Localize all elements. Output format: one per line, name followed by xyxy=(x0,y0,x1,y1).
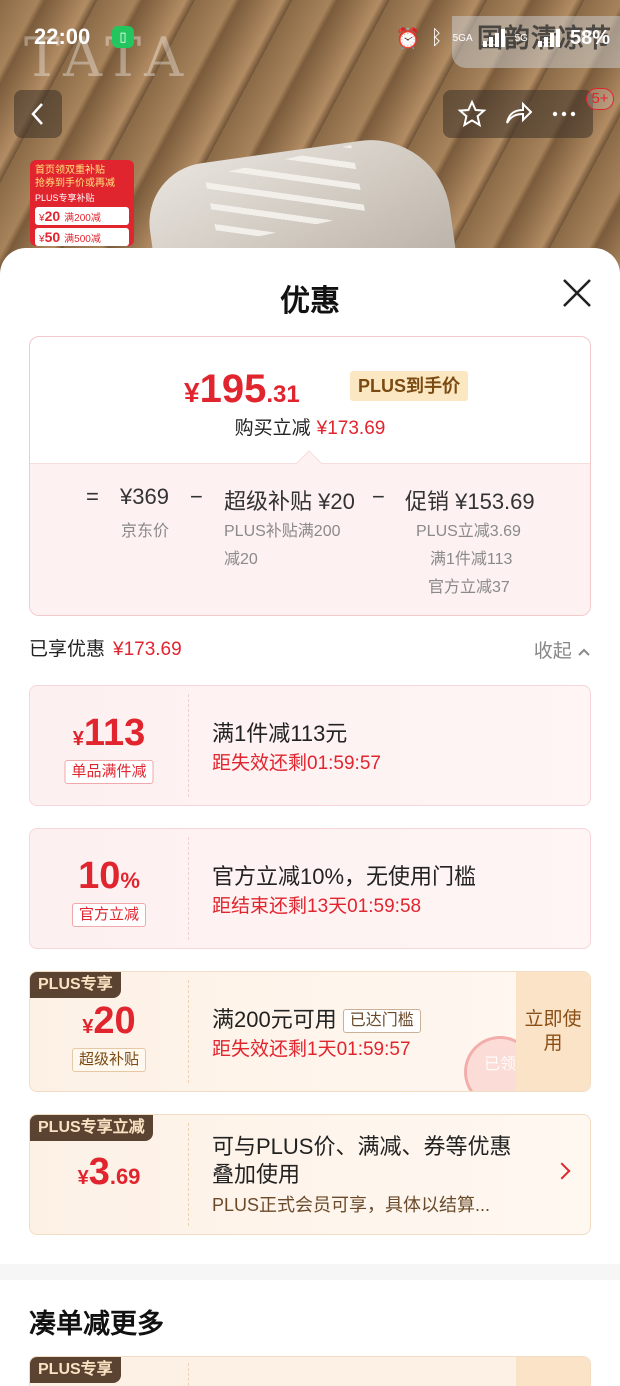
promo-tag-line1: 首页领双重补贴 xyxy=(35,165,105,176)
status-time: 22:00 xyxy=(34,24,91,49)
star-icon[interactable] xyxy=(457,99,487,129)
coupon-card: 10% 官方立减 官方立减10%，无使用门槛 距结束还剩13天01:59:58 xyxy=(29,828,591,949)
discount-sheet: 优惠 ¥ 195 .31 PLUS到手价 购买立减 ¥173.69 = ¥369 … xyxy=(0,248,620,1386)
price-breakdown: = ¥369 − 超级补贴 ¥20 − 促销 ¥153.69 京东价 PLUS补… xyxy=(30,463,590,615)
coupon-card: ¥113 单品满件减 满1件减113元 距失效还剩01:59:57 xyxy=(29,685,591,806)
promo-tag-line2: 抢券到手价或再减 xyxy=(35,178,115,189)
network-5ga-label: 5GA xyxy=(452,32,473,44)
coupon-amount: ¥3.69 xyxy=(77,1151,141,1193)
message-count-badge: 5+ xyxy=(586,88,614,110)
promo-note: PLUS立减3.69 xyxy=(416,523,521,540)
battery-level: 58% xyxy=(569,26,610,49)
coupon-amount: 10% xyxy=(78,855,140,897)
promo-note: 满1件减113 xyxy=(430,551,513,568)
coupon-title: 满200元可用 已达门槛 xyxy=(212,1002,421,1034)
status-bar: 22:00 ▯ 国韵清凉节 ⏰ ᛒ 5GA 5G 58% xyxy=(0,16,620,68)
final-price: ¥ 195 .31 xyxy=(184,367,300,411)
coupon-type-label: 超级补贴 xyxy=(71,1048,147,1072)
enjoyed-discount-row: 已享优惠 ¥173.69 收起 xyxy=(29,634,591,664)
bluetooth-icon: ᛒ xyxy=(430,26,443,49)
chevron-left-icon xyxy=(31,103,43,125)
subsidy-note: PLUS补贴满200 xyxy=(224,523,341,540)
promo-tag-row: ¥50 满500减 xyxy=(35,228,129,246)
coupon-amount: ¥113 xyxy=(72,712,146,754)
close-button[interactable] xyxy=(560,276,594,310)
promo-tag-header: PLUS专享补贴 xyxy=(35,193,95,203)
jd-price: ¥369 xyxy=(120,484,169,509)
enjoyed-amount: ¥173.69 xyxy=(113,639,182,660)
jd-price-note: 京东价 xyxy=(121,523,170,540)
chevron-right-icon xyxy=(553,1162,571,1180)
super-subsidy: 超级补贴 ¥20 xyxy=(224,489,355,514)
more-discounts-title: 凑单减更多 xyxy=(29,1309,164,1339)
promotion-amount: 促销 ¥153.69 xyxy=(405,489,535,514)
plus-instant-discount-card[interactable]: PLUS专享立减 ¥3.69 可与PLUS价、满减、券等优惠叠加使用 PLUS正… xyxy=(29,1114,591,1235)
subsidy-note: 减20 xyxy=(224,551,258,568)
coupon-type-label: 官方立减 xyxy=(71,903,147,927)
coupon-description: 可与PLUS价、满减、券等优惠叠加使用 xyxy=(212,1134,512,1187)
equals-sign: = xyxy=(86,484,99,509)
use-now-button[interactable]: 立即使用 xyxy=(516,972,590,1091)
signal-icon xyxy=(537,29,560,47)
minus-sign: − xyxy=(372,484,385,509)
coupon-title: 官方立减10%，无使用门槛 xyxy=(212,864,477,889)
coupon-amount: ¥20 xyxy=(82,1000,136,1042)
plus-coupon-card: PLUS专享 xyxy=(29,1356,591,1386)
coupon-timer: 距失效还剩01:59:57 xyxy=(212,753,381,774)
promo-tag-row: ¥20 满200减 xyxy=(35,207,129,225)
price-summary-card: ¥ 195 .31 PLUS到手价 购买立减 ¥173.69 = ¥369 − 超… xyxy=(29,336,591,616)
enjoyed-label: 已享优惠 xyxy=(29,639,106,660)
sheet-title: 优惠 xyxy=(280,285,340,318)
collapse-toggle[interactable]: 收起 xyxy=(534,636,591,663)
promo-note: 官方立减37 xyxy=(428,579,510,596)
app-notification-icon: ▯ xyxy=(112,26,134,48)
network-5g-label: 5G xyxy=(514,32,528,44)
alarm-icon: ⏰ xyxy=(395,27,421,50)
threshold-reached-tag: 已达门槛 xyxy=(342,1009,421,1034)
promo-subsidy-tag: 首页领双重补贴 抢券到手价或再减 PLUS专享补贴 ¥20 满200减 ¥50 满5… xyxy=(30,160,134,246)
coupon-timer: 距结束还剩13天01:59:58 xyxy=(212,896,422,917)
share-icon[interactable] xyxy=(503,99,533,129)
section-divider xyxy=(0,1264,620,1280)
plus-price-chip: PLUS到手价 xyxy=(350,371,469,401)
minus-sign: − xyxy=(190,484,203,509)
nav-actions xyxy=(443,90,593,138)
coupon-timer: 距失效还剩1天01:59:57 xyxy=(212,1039,411,1060)
instant-discount-line: 购买立减 ¥173.69 xyxy=(234,418,386,439)
signal-icon xyxy=(482,29,505,47)
coupon-type-label: 单品满件减 xyxy=(64,760,154,784)
plus-coupon-card: PLUS专享 ¥20 超级补贴 满200元可用 已达门槛 距失效还剩1天01:59… xyxy=(29,971,591,1092)
coupon-subdescription: PLUS正式会员可享，具体以结算... xyxy=(212,1195,491,1215)
plus-exclusive-badge: PLUS专享 xyxy=(30,1357,121,1383)
chevron-up-icon xyxy=(578,648,590,656)
close-icon xyxy=(563,279,591,307)
more-icon[interactable] xyxy=(549,99,579,129)
coupon-title: 满1件减113元 xyxy=(212,721,348,746)
back-button[interactable] xyxy=(14,90,62,138)
